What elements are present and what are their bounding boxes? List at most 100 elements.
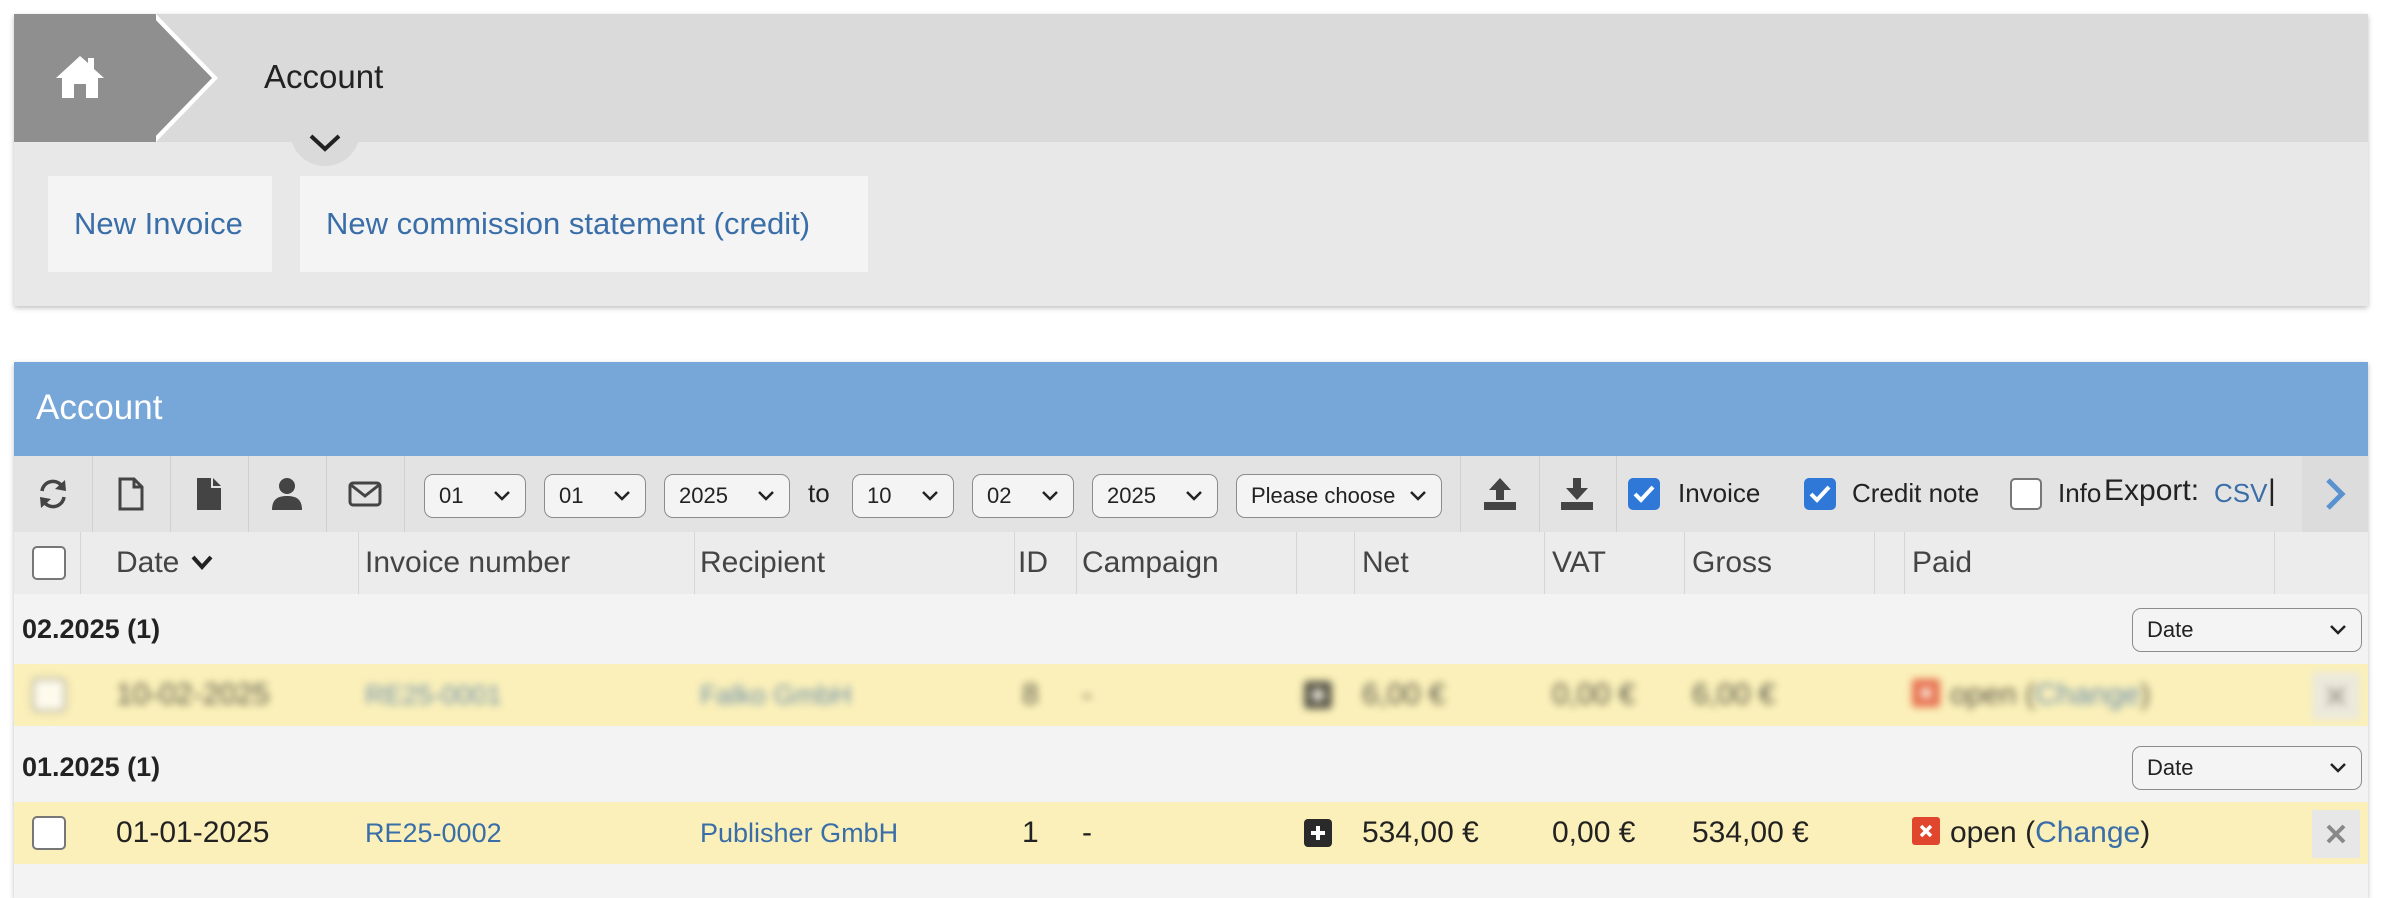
export-csv-link[interactable]: CSV bbox=[2214, 478, 2267, 509]
row-invoice-link[interactable]: RE25-0002 bbox=[365, 818, 502, 849]
row-gross: 6,00 € bbox=[1692, 678, 1776, 711]
row-checkbox[interactable] bbox=[32, 816, 66, 850]
filter-select[interactable]: Please choose bbox=[1236, 474, 1442, 518]
invoice-checkbox[interactable] bbox=[1628, 478, 1660, 510]
row-id: 1 bbox=[1022, 816, 1039, 849]
change-status-link[interactable]: Change bbox=[2035, 816, 2140, 849]
from-month-select[interactable]: 01 bbox=[544, 474, 646, 518]
from-year-value: 2025 bbox=[679, 483, 728, 508]
status-text: open bbox=[1950, 816, 2017, 849]
row-invoice-link[interactable]: RE25-0001 bbox=[365, 680, 502, 711]
group-sort-select[interactable]: Date bbox=[2132, 608, 2362, 652]
expand-row-button[interactable] bbox=[1304, 681, 1332, 709]
toolbar-scroll-right-button[interactable] bbox=[2302, 456, 2368, 532]
column-paid[interactable]: Paid bbox=[1912, 546, 1972, 580]
to-year-select[interactable]: 2025 bbox=[1092, 474, 1218, 518]
row-campaign: - bbox=[1082, 816, 1092, 849]
account-panel: Account 01 01 2025 to 10 02 2025 Please … bbox=[14, 362, 2368, 898]
status-text: open bbox=[1950, 678, 2017, 711]
home-tab-arrow bbox=[150, 14, 212, 142]
download-icon bbox=[1561, 478, 1593, 510]
from-month-value: 01 bbox=[559, 483, 584, 508]
upload-button[interactable] bbox=[1460, 456, 1540, 532]
column-invoice-number[interactable]: Invoice number bbox=[365, 546, 570, 580]
credit-note-checkbox-label: Credit note bbox=[1852, 478, 1980, 508]
select-all-checkbox[interactable] bbox=[32, 546, 66, 580]
breadcrumb: Account bbox=[14, 14, 2368, 142]
breadcrumb-toggle[interactable] bbox=[290, 118, 360, 166]
paren-close: ) bbox=[2140, 678, 2151, 711]
column-gross[interactable]: Gross bbox=[1692, 546, 1772, 580]
row-gross: 534,00 € bbox=[1692, 816, 1809, 849]
download-button[interactable] bbox=[1538, 456, 1617, 532]
info-checkbox[interactable] bbox=[2010, 478, 2042, 510]
row-date: 10-02-2025 bbox=[116, 678, 270, 711]
row-recipient-link[interactable]: Falko GmbH bbox=[700, 680, 852, 711]
new-invoice-button[interactable]: New Invoice bbox=[48, 176, 272, 272]
chevron-down-icon bbox=[1186, 491, 1202, 501]
column-campaign[interactable]: Campaign bbox=[1082, 546, 1219, 580]
row-recipient-link[interactable]: Publisher GmbH bbox=[700, 818, 898, 849]
new-document-button[interactable] bbox=[92, 456, 171, 532]
refresh-icon bbox=[40, 479, 66, 509]
from-day-select[interactable]: 01 bbox=[424, 474, 526, 518]
chevron-down-icon bbox=[758, 491, 774, 501]
row-id: 8 bbox=[1022, 678, 1039, 711]
change-status-link[interactable]: Change bbox=[2035, 678, 2140, 711]
upload-icon bbox=[1484, 478, 1516, 510]
group-sort-value: Date bbox=[2147, 617, 2194, 642]
document-icon bbox=[197, 478, 221, 510]
document-button[interactable] bbox=[170, 456, 249, 532]
chevron-down-icon bbox=[614, 491, 630, 501]
group-header: 02.2025 (1) Date bbox=[14, 594, 2368, 662]
group-header: 01.2025 (1) Date bbox=[14, 732, 2368, 800]
close-icon bbox=[2326, 686, 2346, 706]
to-day-value: 10 bbox=[867, 483, 892, 508]
paren-open: ( bbox=[2025, 678, 2036, 711]
to-month-value: 02 bbox=[987, 483, 1012, 508]
paren-open: ( bbox=[2025, 816, 2036, 849]
to-month-select[interactable]: 02 bbox=[972, 474, 1074, 518]
delete-row-button[interactable] bbox=[2312, 810, 2360, 858]
group-label: 02.2025 (1) bbox=[22, 614, 161, 644]
new-commission-statement-button[interactable]: New commission statement (credit) bbox=[300, 176, 868, 272]
row-checkbox[interactable] bbox=[32, 678, 66, 712]
credit-note-checkbox[interactable] bbox=[1804, 478, 1836, 510]
export-separator: | bbox=[2268, 474, 2276, 507]
email-button[interactable] bbox=[326, 456, 405, 532]
group-sort-select[interactable]: Date bbox=[2132, 746, 2362, 790]
date-range-to-label: to bbox=[808, 478, 830, 508]
close-icon bbox=[1919, 686, 1933, 700]
checkmark-icon bbox=[1809, 485, 1831, 503]
chevron-right-icon bbox=[2326, 478, 2346, 510]
row-vat: 0,00 € bbox=[1552, 678, 1636, 711]
chevron-down-icon bbox=[2330, 625, 2346, 635]
delete-row-button[interactable] bbox=[2312, 672, 2360, 720]
envelope-icon bbox=[348, 481, 382, 507]
user-button[interactable] bbox=[248, 456, 327, 532]
to-day-select[interactable]: 10 bbox=[852, 474, 954, 518]
column-vat[interactable]: VAT bbox=[1552, 546, 1606, 580]
chevron-down-icon bbox=[309, 134, 341, 152]
row-date: 01-01-2025 bbox=[116, 816, 270, 849]
status-open-icon bbox=[1912, 817, 1940, 845]
filter-select-value: Please choose bbox=[1251, 483, 1396, 508]
column-date[interactable]: Date bbox=[116, 546, 214, 580]
row-net: 534,00 € bbox=[1362, 816, 1479, 849]
expand-row-button[interactable] bbox=[1304, 819, 1332, 847]
from-year-select[interactable]: 2025 bbox=[664, 474, 790, 518]
invoice-checkbox-label: Invoice bbox=[1678, 478, 1761, 508]
row-net: 6,00 € bbox=[1362, 678, 1446, 711]
chevron-down-icon bbox=[494, 491, 510, 501]
document-outline-icon bbox=[118, 477, 144, 511]
column-id[interactable]: ID bbox=[1018, 546, 1048, 580]
home-icon[interactable] bbox=[52, 52, 108, 102]
group-label: 01.2025 (1) bbox=[22, 752, 161, 782]
group-sort-value: Date bbox=[2147, 755, 2194, 780]
column-net[interactable]: Net bbox=[1362, 546, 1409, 580]
status-open-icon bbox=[1912, 679, 1940, 707]
column-recipient[interactable]: Recipient bbox=[700, 546, 825, 580]
refresh-button[interactable] bbox=[14, 456, 93, 532]
row-campaign: - bbox=[1082, 678, 1092, 711]
breadcrumb-panel: Account New Invoice New commission state… bbox=[14, 14, 2368, 306]
